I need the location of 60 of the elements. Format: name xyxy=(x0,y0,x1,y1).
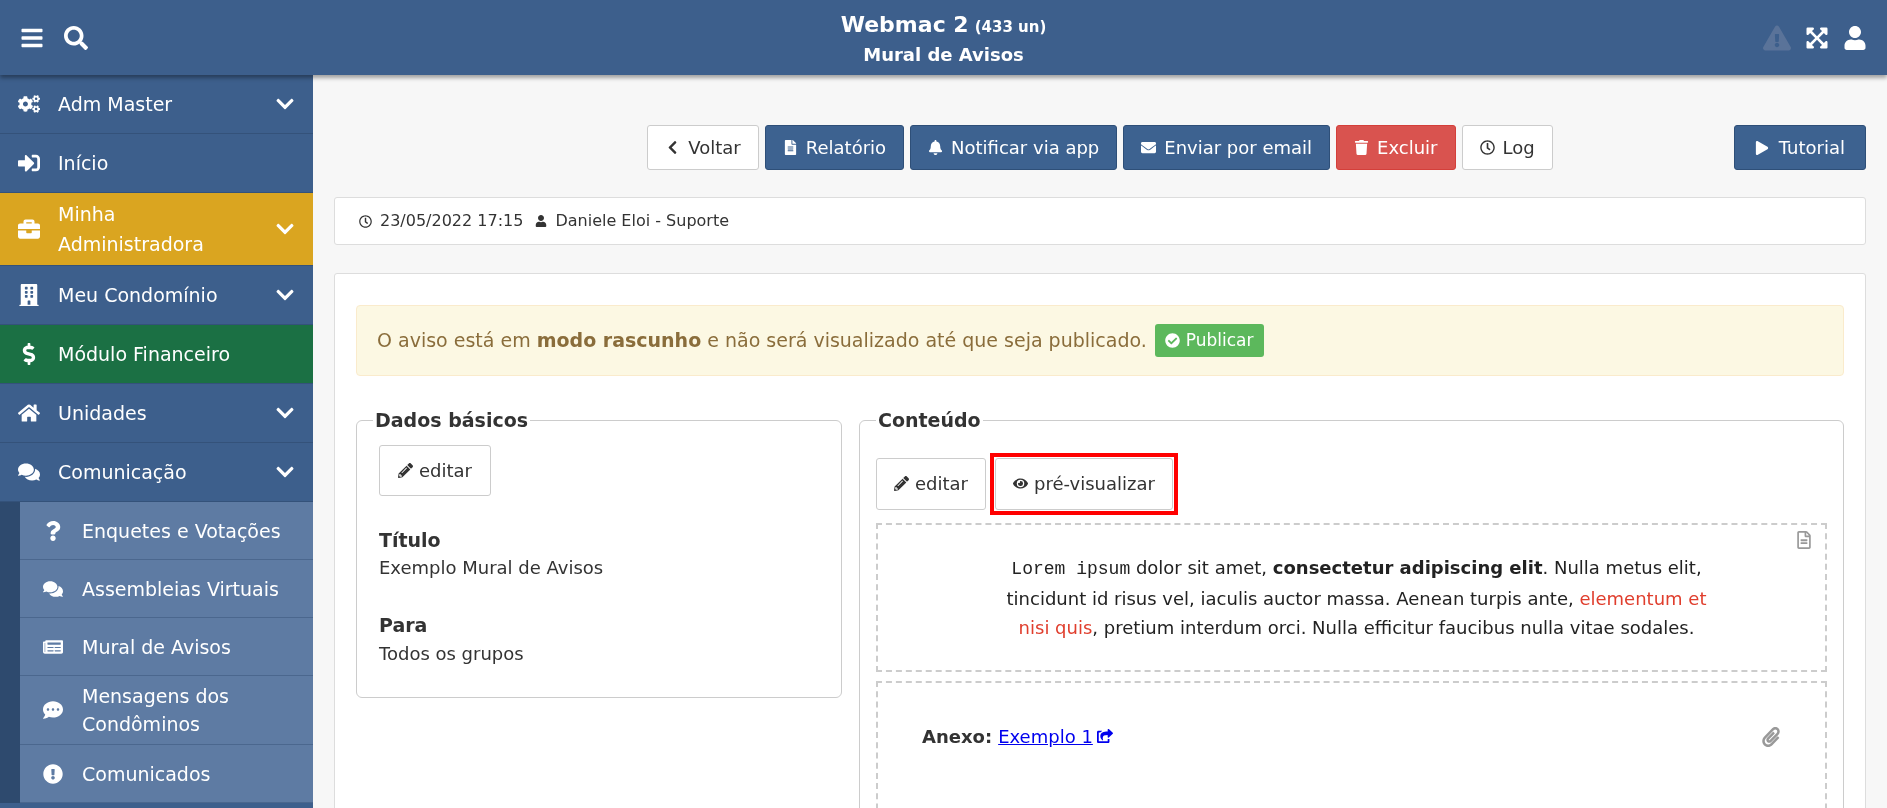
submenu-label: Mensagens dos Condôminos xyxy=(82,684,230,737)
document-icon xyxy=(1795,530,1813,549)
toolbar-button[interactable]: Notificar via app xyxy=(910,125,1118,170)
fullscreen-icon[interactable] xyxy=(1805,25,1829,50)
tab-button[interactable]: editar xyxy=(876,457,986,510)
attachment-link[interactable]: Exemplo 1 xyxy=(998,722,1113,750)
sidebar-label: Unidades xyxy=(58,401,148,426)
panel-legend: Conteúdo xyxy=(876,406,983,435)
tab-button[interactable]: pré-visualizar xyxy=(995,457,1173,510)
clock-icon xyxy=(1479,140,1495,155)
sidebar-label: Início xyxy=(58,151,110,176)
submenu-item[interactable]: Comunicados xyxy=(20,745,313,803)
pencil-icon xyxy=(398,462,413,478)
toolbar-button[interactable]: Voltar xyxy=(647,125,759,170)
document-icon xyxy=(782,140,798,155)
author-text: Daniele Eloi - Suporte xyxy=(555,210,730,232)
field-value: Todos os grupos xyxy=(379,641,525,666)
panel-legend: Dados básicos xyxy=(373,406,531,435)
sidebar-label: Minha Administradora xyxy=(58,202,205,257)
trash-icon xyxy=(1354,140,1370,155)
preview-text: Lorem ipsum dolor sit amet, consectetur adipiscing elit. Nulla metus elit, tincidunt id risus vel, iaculis auctor massa. Aenean turpis ante, elementum et nisi quis, pretium interdum orci. Nulla efficitur faucibus nulla vitae sodales. xyxy=(1006,555,1707,640)
submenu-item[interactable]: Enquetes e Votações xyxy=(20,502,313,560)
edit-button[interactable]: editar xyxy=(379,444,491,496)
external-link-icon xyxy=(1096,728,1113,744)
toolbar-button[interactable]: Excluir xyxy=(1336,125,1456,170)
envelope-icon xyxy=(1141,140,1157,155)
field-value: Exemplo Mural de Avisos xyxy=(379,556,605,580)
sidebar-label: Comunicação xyxy=(58,460,188,485)
field-label: Título xyxy=(379,527,442,553)
pencil-icon xyxy=(894,476,909,491)
submenu-label: Mural de Avisos xyxy=(82,634,231,660)
submenu-label: Comunicados xyxy=(82,761,211,787)
toolbar-button[interactable]: Enviar por email xyxy=(1123,125,1331,170)
sidebar-label: Adm Master xyxy=(58,92,174,117)
play-icon xyxy=(1754,140,1769,155)
user-icon xyxy=(535,215,548,227)
sidebar-label: Meu Condomínio xyxy=(58,283,219,308)
app-title: Webmac 2 xyxy=(840,10,969,39)
date-text: 23/05/2022 17:15 xyxy=(380,210,524,232)
toolbar-button[interactable]: Log xyxy=(1461,125,1553,170)
sidebar-item[interactable]: Módulo Financeiro xyxy=(0,325,313,384)
submenu-label: Assembleias Virtuais xyxy=(82,576,279,602)
eye-icon xyxy=(1013,476,1028,491)
submenu-item[interactable]: Mural de Avisos xyxy=(20,618,313,676)
tutorial-button[interactable]: Tutorial xyxy=(1733,125,1866,170)
attachment-label: Anexo: xyxy=(922,724,993,749)
paperclip-icon xyxy=(1761,726,1781,747)
unit-count: (433 un) xyxy=(974,16,1047,38)
search-icon[interactable] xyxy=(64,25,88,50)
submenu-item[interactable]: Mensagens dos Condôminos xyxy=(20,676,313,745)
alert-text: O aviso está em modo rascunho e não será visualizado até que seja publicado. xyxy=(377,328,1147,354)
user-icon[interactable] xyxy=(1843,25,1867,50)
submenu-label: Enquetes e Votações xyxy=(82,518,281,544)
field-label: Para xyxy=(379,613,429,638)
page-title: Mural de Avisos xyxy=(863,42,1024,67)
bell-icon xyxy=(928,140,944,155)
submenu-item[interactable]: Assembleias Virtuais xyxy=(20,560,313,618)
sidebar-label: Módulo Financeiro xyxy=(58,342,232,367)
toolbar-button[interactable]: Relatório xyxy=(764,125,905,170)
clock-icon xyxy=(359,214,372,228)
